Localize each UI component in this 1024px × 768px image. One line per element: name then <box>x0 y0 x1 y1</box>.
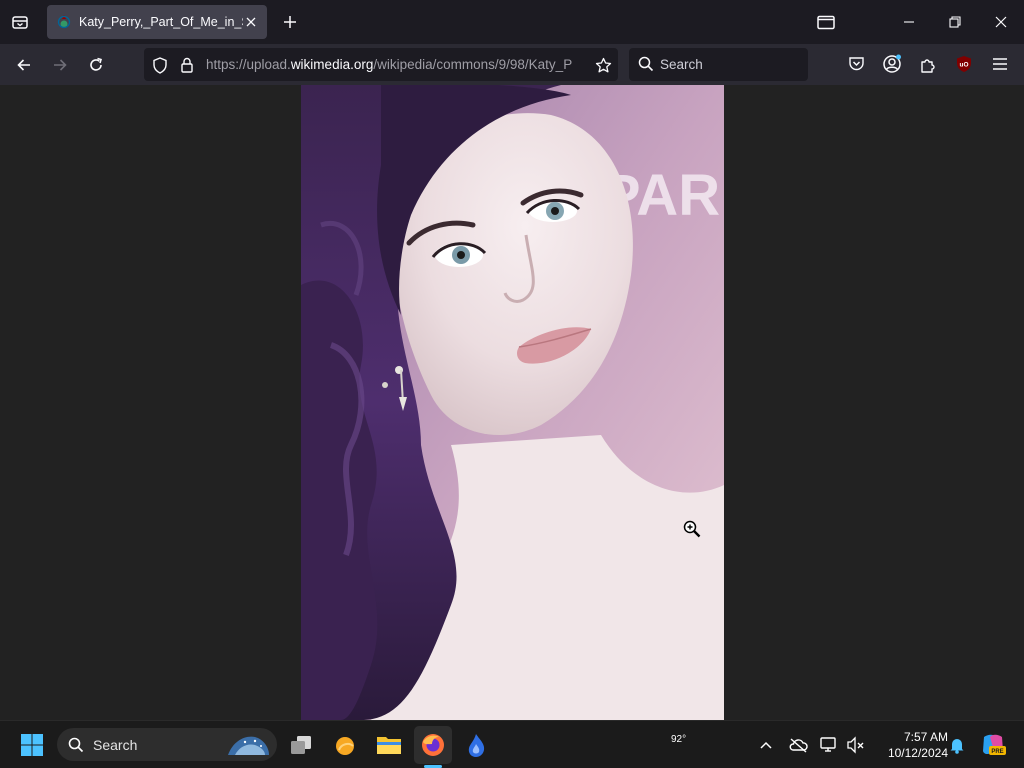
system-clock[interactable]: 7:57 AM 10/12/2024 <box>872 729 948 761</box>
ublock-badge-text: uO <box>959 62 968 69</box>
copilot-button[interactable]: PRE <box>980 734 1006 756</box>
tab-active[interactable]: Katy_Perry,_Part_Of_Me_in_Sydney <box>47 5 267 39</box>
firefox-view-button[interactable] <box>813 9 839 35</box>
tray-overflow-button[interactable] <box>755 734 777 756</box>
tab-title: Katy_Perry,_Part_Of_Me_in_Sydney <box>79 15 243 29</box>
tray-network[interactable] <box>818 734 840 756</box>
weather-temperature: 92° <box>671 734 687 745</box>
file-explorer-folder-icon <box>377 737 401 754</box>
navigation-toolbar: https://upload.wikimedia.org/wikipedia/c… <box>0 44 1024 85</box>
copilot-icon: PRE <box>983 734 1006 755</box>
arrow-left-icon <box>17 59 30 71</box>
minimize-icon <box>904 21 914 23</box>
bell-icon <box>950 739 964 754</box>
plus-icon <box>284 16 296 28</box>
back-button[interactable] <box>11 52 37 78</box>
taskbar-weather-widget[interactable]: 92° <box>327 726 686 764</box>
search-icon <box>68 737 84 753</box>
forward-button[interactable] <box>47 52 73 78</box>
account-icon <box>883 54 901 73</box>
taskbar: Search 92° 7:57 AM 10/12/2024 PRE <box>0 720 1024 768</box>
taskbar-search-label: Search <box>93 737 138 753</box>
ublock-origin-icon: uO <box>957 56 971 72</box>
close-icon <box>995 16 1007 28</box>
ublock-origin-button[interactable]: uO <box>952 52 976 76</box>
puzzle-piece-icon <box>920 58 935 73</box>
tray-volume[interactable] <box>845 734 867 756</box>
search-highlight-icon <box>228 736 269 755</box>
app-menu-button[interactable] <box>988 52 1012 76</box>
tab-close-button[interactable] <box>243 14 259 30</box>
wikimedia-favicon-icon <box>57 15 71 29</box>
minimize-button[interactable] <box>896 9 922 35</box>
tab-list-button[interactable] <box>8 10 32 34</box>
notifications-button[interactable] <box>946 734 968 756</box>
reload-button[interactable] <box>83 52 109 78</box>
network-monitor-icon <box>820 737 836 752</box>
taskbar-task-view[interactable] <box>282 726 320 764</box>
zoom-in-cursor-icon <box>683 520 701 538</box>
taskbar-search-box[interactable]: Search <box>57 728 277 761</box>
list-all-tabs-icon <box>12 16 28 29</box>
clock-date: 10/12/2024 <box>887 746 948 760</box>
cloud-offline-icon <box>789 738 808 753</box>
page-content: PAR <box>0 85 1024 720</box>
tray-onedrive[interactable] <box>787 734 809 756</box>
tracking-protection-shield-icon[interactable] <box>151 56 169 74</box>
start-button[interactable] <box>20 733 44 757</box>
new-tab-button[interactable] <box>279 11 301 33</box>
app-flame-icon <box>468 734 485 757</box>
bookmark-star-icon[interactable] <box>594 56 612 74</box>
taskbar-firefox[interactable] <box>414 726 452 764</box>
taskbar-app-pinned[interactable] <box>457 726 495 764</box>
taskbar-file-explorer[interactable] <box>370 726 408 764</box>
search-placeholder: Search <box>660 57 703 72</box>
url-domain: wikimedia.org <box>290 57 374 72</box>
speaker-muted-icon <box>847 736 864 754</box>
firefox-logo-icon <box>422 734 444 756</box>
katy-perry-portrait-image: PAR <box>301 85 724 720</box>
pocket-button[interactable] <box>844 52 868 76</box>
search-bar[interactable]: Search <box>629 48 808 81</box>
url-path: /wikipedia/commons/9/98/Katy_P <box>373 57 573 72</box>
search-icon <box>638 56 654 72</box>
task-view-icon <box>291 736 311 754</box>
restore-button[interactable] <box>942 9 968 35</box>
lock-icon[interactable] <box>178 56 196 74</box>
displayed-photo[interactable]: PAR <box>301 85 724 720</box>
account-button[interactable] <box>880 52 904 76</box>
pocket-icon <box>848 57 864 71</box>
close-icon <box>246 17 256 27</box>
url-scheme: https://upload. <box>206 57 291 72</box>
folder-icon <box>817 15 835 29</box>
windows-logo-icon <box>21 734 43 756</box>
reload-icon <box>90 57 102 71</box>
tab-strip: Katy_Perry,_Part_Of_Me_in_Sydney <box>0 0 1024 44</box>
clock-time: 7:57 AM <box>903 730 948 744</box>
url-text[interactable]: https://upload.wikimedia.org/wikipedia/c… <box>206 57 588 72</box>
close-window-button[interactable] <box>988 9 1014 35</box>
address-bar[interactable]: https://upload.wikimedia.org/wikipedia/c… <box>144 48 618 81</box>
weather-sun-icon <box>336 737 354 755</box>
arrow-right-icon <box>54 59 67 71</box>
copilot-badge-text: PRE <box>991 749 1003 755</box>
hamburger-menu-icon <box>993 58 1007 70</box>
extensions-button[interactable] <box>916 52 940 76</box>
chevron-up-icon <box>760 741 772 749</box>
restore-icon <box>949 16 961 28</box>
